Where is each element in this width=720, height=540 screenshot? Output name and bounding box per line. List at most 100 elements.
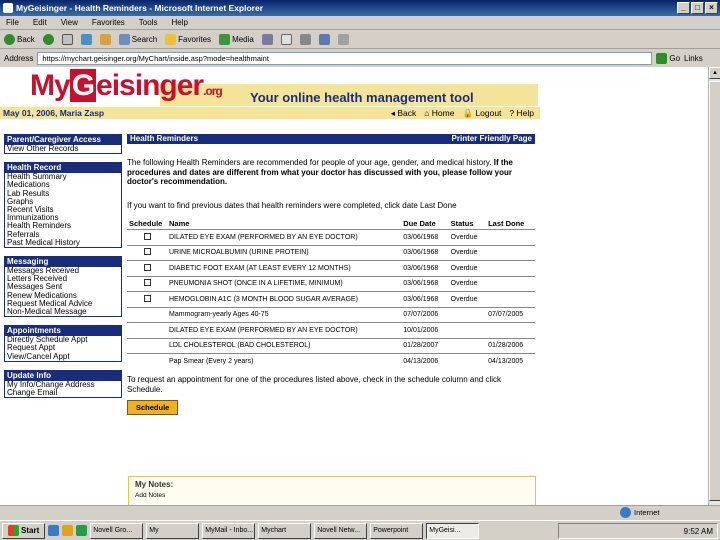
task-novell-gro[interactable]: Novell Gro... xyxy=(90,522,144,539)
go-button[interactable]: Go xyxy=(656,52,680,64)
schedule-checkbox[interactable] xyxy=(143,279,151,287)
search-button[interactable]: Search xyxy=(118,34,157,45)
task-mygeisinger[interactable]: MyGeisi... xyxy=(426,522,480,539)
last-done-cell xyxy=(486,244,535,261)
schedule-cell xyxy=(127,291,167,307)
links-label[interactable]: Links xyxy=(684,54,703,63)
nav-item-change-email[interactable]: Change Email xyxy=(5,388,121,397)
col-schedule: Schedule xyxy=(129,219,163,228)
task-my[interactable]: My xyxy=(146,522,200,539)
nav-home-link[interactable]: ⌂ Home xyxy=(424,107,454,119)
last-done-cell[interactable]: 01/28/2006 xyxy=(486,337,535,354)
status-cell: Overdue xyxy=(448,229,487,245)
go-arrow-icon xyxy=(656,52,668,64)
schedule-button[interactable]: Schedule xyxy=(127,400,179,415)
nav-item-view-other-records[interactable]: View Other Records xyxy=(5,144,121,153)
site-banner: MyGeisinger.org Your online health manag… xyxy=(0,67,540,109)
media-button[interactable]: Media xyxy=(219,34,254,45)
menu-help[interactable]: Help xyxy=(171,16,187,29)
status-cell xyxy=(448,353,487,369)
last-done-cell xyxy=(486,275,535,292)
last-done-cell xyxy=(486,322,535,338)
edit-icon[interactable] xyxy=(318,34,330,45)
mygeisinger-logo[interactable]: MyGeisinger.org xyxy=(30,69,223,103)
schedule-cell xyxy=(127,353,167,369)
system-tray: 9:52 AM xyxy=(558,523,718,539)
status-cell: Overdue xyxy=(448,291,487,307)
status-cell: Overdue xyxy=(448,260,487,276)
col-last-done: Last Done xyxy=(488,219,525,228)
print-icon[interactable] xyxy=(299,34,311,45)
back-button[interactable]: Back xyxy=(4,34,35,45)
add-notes-link[interactable]: Add Notes xyxy=(129,492,535,499)
mail-icon[interactable] xyxy=(280,34,292,45)
schedule-checkbox[interactable] xyxy=(143,248,151,256)
task-mychart[interactable]: Mychart xyxy=(258,522,312,539)
intro-text-2: If you want to find previous dates that … xyxy=(127,200,457,210)
due-date-cell: 10/01/2006 xyxy=(401,322,449,338)
due-date-cell: 03/06/1968 xyxy=(401,244,449,261)
maximize-button[interactable]: □ xyxy=(691,2,704,14)
due-date-cell: 03/06/1968 xyxy=(401,260,449,276)
task-novell-netw[interactable]: Novell Netw... xyxy=(314,522,368,539)
nav-item-view-cancel-appt[interactable]: View/Cancel Appt xyxy=(5,352,121,361)
nav-logout-link[interactable]: 🔒 Logout xyxy=(462,107,501,119)
refresh-icon[interactable] xyxy=(80,34,92,45)
ie-quicklaunch-icon[interactable] xyxy=(48,525,60,536)
status-cell xyxy=(448,306,487,323)
favorites-button[interactable]: Favorites xyxy=(165,34,211,45)
menu-favorites[interactable]: Favorites xyxy=(92,16,125,29)
address-field[interactable]: https://mychart.geisinger.org/MyChart/in… xyxy=(37,51,653,65)
status-cell: Overdue xyxy=(448,244,487,261)
table-row: LDL CHOLESTEROL (BAD CHOLESTEROL) 01/28/2… xyxy=(127,337,535,354)
menu-view[interactable]: View xyxy=(61,16,78,29)
outlook-quicklaunch-icon[interactable] xyxy=(62,525,74,536)
last-done-cell xyxy=(486,291,535,307)
status-cell xyxy=(448,337,487,354)
last-done-cell[interactable]: 04/13/2005 xyxy=(486,353,535,369)
schedule-checkbox[interactable] xyxy=(143,232,151,240)
due-date-cell: 01/28/2007 xyxy=(401,337,449,354)
table-row: DILATED EYE EXAM (PERFORMED BY AN EYE DO… xyxy=(127,322,535,338)
tagline: Your online health management tool xyxy=(250,90,474,105)
menu-tools[interactable]: Tools xyxy=(139,16,158,29)
health-reminders-header: Health Reminders Printer Friendly Page xyxy=(127,134,535,144)
close-button[interactable]: × xyxy=(705,2,718,14)
nav-help-link[interactable]: ? Help xyxy=(509,107,534,119)
task-powerpoint[interactable]: Powerpoint xyxy=(370,522,424,539)
start-button[interactable]: Start xyxy=(2,522,46,539)
stop-icon[interactable] xyxy=(61,34,73,45)
table-row: DILATED EYE EXAM (PERFORMED BY AN EYE DO… xyxy=(127,229,535,245)
task-mymail[interactable]: MyMail - Inbo... xyxy=(202,522,256,539)
main-content: Health Reminders Printer Friendly Page T… xyxy=(127,134,535,415)
history-icon[interactable] xyxy=(261,34,273,45)
printer-friendly-link[interactable]: Printer Friendly Page xyxy=(452,134,532,144)
back-arrow-icon xyxy=(4,34,15,45)
reminder-name-cell: HEMOGLOBIN A1C (3 MONTH BLOOD SUGAR AVER… xyxy=(167,291,402,307)
schedule-checkbox[interactable] xyxy=(143,294,151,302)
reminder-name-cell: Pap Smear (Every 2 years) xyxy=(167,353,402,369)
desktop-quicklaunch-icon[interactable] xyxy=(76,525,88,536)
scroll-up-arrow[interactable]: ▲ xyxy=(709,67,720,79)
nav-item-past-medical-history[interactable]: Past Medical History xyxy=(5,238,121,247)
last-done-cell[interactable]: 07/07/2005 xyxy=(486,306,535,323)
home-icon[interactable] xyxy=(99,34,111,45)
nav-section-messaging: Messaging Messages Received Letters Rece… xyxy=(4,256,122,318)
schedule-cell xyxy=(127,244,167,261)
nav-item-non-medical-message[interactable]: Non-Medical Message xyxy=(5,307,121,316)
globe-icon xyxy=(620,507,631,518)
menu-edit[interactable]: Edit xyxy=(33,16,47,29)
discuss-icon[interactable] xyxy=(337,34,349,45)
reminder-name-cell: DILATED EYE EXAM (PERFORMED BY AN EYE DO… xyxy=(167,322,402,338)
forward-arrow-icon[interactable] xyxy=(42,34,54,45)
schedule-checkbox[interactable] xyxy=(143,263,151,271)
vertical-scrollbar[interactable]: ▲ xyxy=(708,67,720,505)
schedule-cell xyxy=(127,337,167,354)
status-cell xyxy=(448,322,487,338)
table-row: HEMOGLOBIN A1C (3 MONTH BLOOD SUGAR AVER… xyxy=(127,291,535,307)
minimize-button[interactable]: _ xyxy=(677,2,690,14)
reminders-table: Schedule Name Due Date Status Last Done … xyxy=(127,218,535,369)
scroll-thumb[interactable] xyxy=(709,81,720,501)
menu-file[interactable]: File xyxy=(6,16,19,29)
nav-back-link[interactable]: ◂ Back xyxy=(391,107,417,119)
